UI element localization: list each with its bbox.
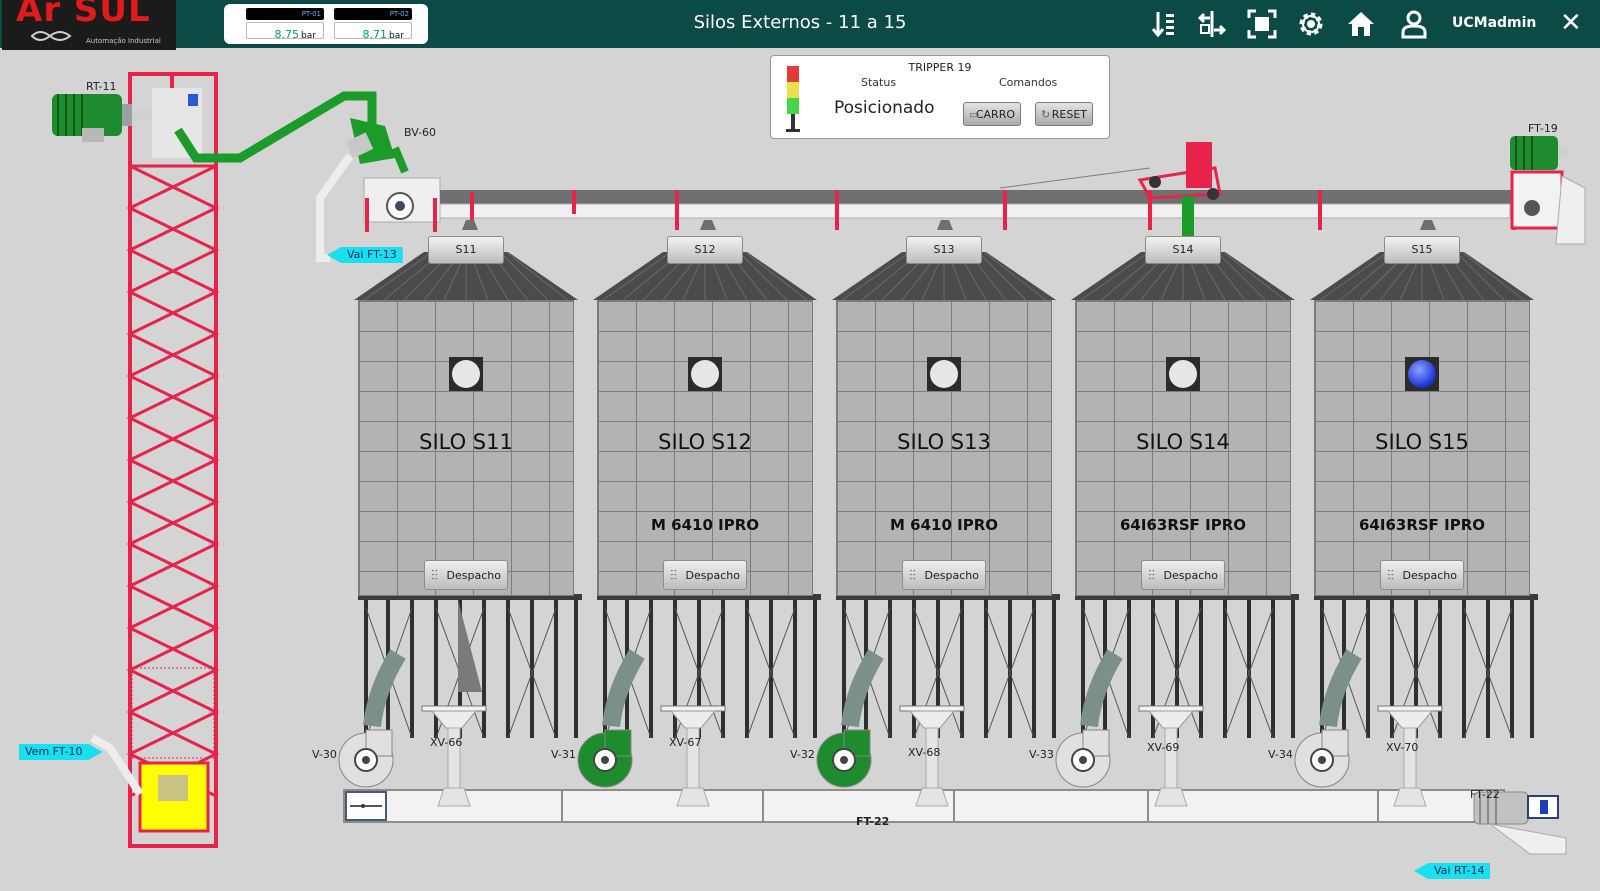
dispatch-button[interactable]: ⫶⫶ Despacho: [902, 560, 986, 590]
silo-s11: S11 SILO S11 ⫶⫶ Despacho: [354, 236, 578, 596]
level-lamp: [1166, 357, 1200, 391]
silo-product: M 6410 IPRO: [890, 516, 998, 534]
carro-button[interactable]: ▭ CARRO: [963, 102, 1021, 126]
fan-hub: [840, 756, 848, 764]
level-lamp: [449, 357, 483, 391]
valve-spout: [676, 787, 710, 807]
silo-product: M 6410 IPRO: [651, 516, 759, 534]
silo-s12: S12 SILO S12 M 6410 IPRO ⫶⫶ Despacho: [593, 236, 817, 596]
valve-spout: [1393, 787, 1427, 807]
label-rt11: RT-11: [86, 80, 117, 93]
lamp-indicator: [691, 360, 719, 388]
silo-s14: S14 SILO S14 64I63RSF IPRO ⫶⫶ Despacho: [1071, 236, 1295, 596]
silo-tag[interactable]: S15: [1384, 236, 1460, 264]
dispatch-button[interactable]: ⫶⫶ Despacho: [1141, 560, 1225, 590]
reset-button[interactable]: ↻ RESET: [1035, 102, 1093, 126]
label-ft19: FT-19: [1528, 122, 1558, 135]
label-xv-67: XV-67: [669, 736, 702, 749]
tripper-status: Posicionado: [834, 98, 935, 118]
fan-hub: [1318, 756, 1326, 764]
valve-hopper: [430, 710, 478, 729]
fan-hub: [362, 756, 370, 764]
lamp-indicator: [452, 360, 480, 388]
sliders-icon: ⫶⫶: [1148, 568, 1155, 584]
fan-hub: [601, 756, 609, 764]
label-bv60: BV-60: [404, 126, 437, 139]
silo-tag[interactable]: S11: [428, 236, 504, 264]
level-lamp: [688, 357, 722, 391]
fan-duct: [602, 649, 645, 728]
valve-plate: [1138, 705, 1204, 712]
fan-v-31[interactable]: [577, 729, 633, 788]
valve-plate: [421, 705, 487, 712]
dispatch-button[interactable]: ⫶⫶ Despacho: [1380, 560, 1464, 590]
fan-duct: [363, 649, 406, 728]
silo-name: SILO S14: [1136, 430, 1230, 454]
sliders-icon: ⫶⫶: [1387, 568, 1394, 584]
valve-hopper: [908, 710, 956, 729]
silo-tag[interactable]: S13: [906, 236, 982, 264]
label-v-33: V-33: [1029, 748, 1054, 761]
silo-product: 64I63RSF IPRO: [1358, 516, 1486, 534]
fan-duct: [1080, 649, 1123, 728]
valve-spout: [915, 787, 949, 807]
label-ft22-drive: FT-22: [1470, 788, 1500, 801]
fan-v-34[interactable]: [1294, 729, 1350, 788]
label-xv-69: XV-69: [1147, 741, 1180, 754]
label-v-34: V-34: [1268, 748, 1293, 761]
link-vai-rt14[interactable]: Vai RT-14: [1414, 863, 1491, 879]
status-label: Status: [861, 76, 897, 89]
tripper-panel: TRIPPER 19 Status Comandos Posicionado ▭…: [770, 55, 1110, 139]
valve-hopper: [1147, 710, 1195, 729]
fan-v-32[interactable]: [816, 729, 872, 788]
valve-spout: [1154, 787, 1188, 807]
lamp-indicator: [1408, 360, 1436, 388]
silo-tag[interactable]: S12: [667, 236, 743, 264]
sliders-icon: ⫶⫶: [670, 568, 677, 584]
valve-pipe: [1164, 727, 1178, 789]
silo-name: SILO S15: [1375, 430, 1469, 454]
valve-hopper: [669, 710, 717, 729]
silo-tag[interactable]: S14: [1145, 236, 1221, 264]
label-ft22: FT-22: [856, 815, 890, 828]
silo-product: 64I63RSF IPRO: [1119, 516, 1247, 534]
label-xv-66: XV-66: [430, 736, 463, 749]
dispatch-button[interactable]: ⫶⫶ Despacho: [424, 560, 508, 590]
fan-v-30[interactable]: [338, 729, 394, 788]
valve-hopper: [1386, 710, 1434, 729]
lamp-indicator: [1169, 360, 1197, 388]
label-v-32: V-32: [790, 748, 815, 761]
label-xv-68: XV-68: [908, 746, 941, 759]
fan-duct: [1319, 649, 1362, 728]
level-lamp: [1405, 357, 1439, 391]
fan-v-33[interactable]: [1055, 729, 1111, 788]
valve-plate: [660, 705, 726, 712]
label-xv-70: XV-70: [1386, 741, 1419, 754]
tripper-title: TRIPPER 19: [908, 61, 972, 74]
lamp-indicator: [930, 360, 958, 388]
valve-plate: [1377, 705, 1443, 712]
silo-s13: S13 SILO S13 M 6410 IPRO ⫶⫶ Despacho: [832, 236, 1056, 596]
valve-pipe: [1403, 727, 1417, 789]
label-v-30: V-30: [312, 748, 337, 761]
sliders-icon: ⫶⫶: [909, 568, 916, 584]
valve-spout: [437, 787, 471, 807]
silo-name: SILO S13: [897, 430, 991, 454]
valve-plate: [899, 705, 965, 712]
reset-icon: ↻: [1041, 108, 1051, 121]
carro-icon: ▭: [969, 108, 980, 121]
silo-name: SILO S11: [419, 430, 513, 454]
silo-name: SILO S12: [658, 430, 752, 454]
commands-label: Comandos: [999, 76, 1058, 89]
fan-hub: [1079, 756, 1087, 764]
silo-s15: S15 SILO S15 64I63RSF IPRO ⫶⫶ Despacho: [1310, 236, 1534, 596]
fan-duct: [841, 649, 884, 728]
stack-light-icon: [786, 66, 800, 132]
label-v-31: V-31: [551, 748, 576, 761]
dispatch-button[interactable]: ⫶⫶ Despacho: [663, 560, 747, 590]
level-lamp: [927, 357, 961, 391]
sliders-icon: ⫶⫶: [431, 568, 438, 584]
link-vem-ft10[interactable]: Vem FT-10: [19, 744, 102, 760]
